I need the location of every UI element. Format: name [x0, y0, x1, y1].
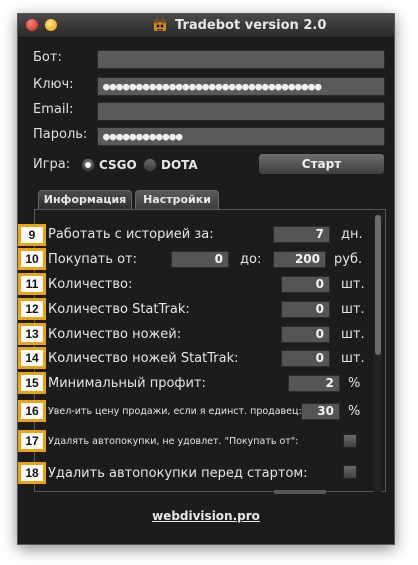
window-title: Tradebot version 2.0 — [175, 18, 327, 33]
key-field[interactable]: ●●●●●●●●●●●●●●●●●●●●●●●●●●●●●●●●● — [97, 77, 385, 96]
knives-stattrak-quantity-input[interactable]: 0 — [281, 350, 330, 367]
start-button[interactable]: Старт — [258, 153, 385, 175]
password-field[interactable]: ●●●●●●●●●●●● — [97, 127, 385, 146]
row-number-badge: 9 — [18, 224, 46, 246]
row-number-badge: 10 — [18, 248, 46, 270]
buy-from-label: Покупать от: — [48, 252, 138, 267]
remove-autobuys-before-start-checkbox[interactable] — [343, 465, 357, 479]
buy-to-label: до: — [240, 252, 262, 267]
csgo-radio-label[interactable]: CSGO — [99, 158, 137, 172]
min-profit-label: Минимальный профит: — [48, 376, 206, 391]
min-profit-unit: % — [348, 376, 361, 391]
csgo-radio[interactable] — [81, 158, 95, 172]
website-link[interactable]: webdivision.pro — [18, 509, 394, 523]
sole-seller-increase-label: Увел-ить цену продажи, если я единст. пр… — [48, 406, 302, 417]
knives-stattrak-quantity-label: Количество ножей StatTrak: — [48, 351, 239, 366]
knives-quantity-input[interactable]: 0 — [281, 326, 330, 343]
row-number-badge: 16 — [18, 400, 46, 422]
knives-stattrak-quantity-unit: шт. — [341, 351, 365, 366]
row-number-badge: 14 — [18, 347, 46, 369]
stattrak-quantity-input[interactable]: 0 — [281, 301, 330, 318]
stattrak-quantity-unit: шт. — [341, 302, 365, 317]
row-number-badge: 18 — [18, 462, 46, 484]
dota-radio-label[interactable]: DOTA — [161, 158, 198, 172]
row-number-badge: 15 — [18, 372, 46, 394]
close-window-button[interactable] — [26, 19, 38, 31]
bot-field[interactable] — [97, 50, 385, 69]
stattrak-quantity-label: Количество StatTrak: — [48, 302, 190, 317]
remove-unmatched-autobuys-checkbox[interactable] — [343, 434, 357, 448]
sole-seller-increase-unit: % — [348, 404, 361, 419]
app-logo-icon — [154, 18, 166, 31]
password-label: Пароль: — [33, 127, 88, 142]
history-days-input[interactable]: 7 — [273, 226, 330, 243]
tab-info[interactable]: Информация — [38, 190, 132, 209]
min-profit-input[interactable]: 2 — [288, 375, 340, 392]
remove-unmatched-autobuys-label: Удалять автопокупки, не удовлет. "Покупа… — [48, 436, 299, 447]
radio-selected-dot — [85, 162, 91, 168]
email-label: Email: — [33, 102, 74, 117]
knives-quantity-unit: шт. — [341, 327, 365, 342]
clipped-next-row-input — [274, 490, 326, 494]
app-window: Tradebot version 2.0 Бот: Ключ: ●●●●●●●●… — [17, 13, 395, 545]
sole-seller-increase-input[interactable]: 30 — [301, 403, 340, 420]
row-number-badge: 17 — [18, 430, 46, 452]
row-number-badge: 11 — [18, 273, 46, 295]
remove-autobuys-before-start-label: Удалить автопокупки перед стартом: — [48, 466, 308, 481]
row-number-badge: 13 — [18, 323, 46, 345]
quantity-unit: шт. — [341, 277, 365, 292]
minimize-window-button[interactable] — [45, 19, 57, 31]
game-label: Игра: — [33, 157, 71, 172]
dota-radio[interactable] — [143, 158, 157, 172]
row-number-badge: 12 — [18, 298, 46, 320]
quantity-label: Количество: — [48, 277, 133, 292]
history-days-unit: дн. — [341, 227, 363, 242]
tab-settings[interactable]: Настройки — [135, 190, 219, 209]
key-label: Ключ: — [33, 77, 74, 92]
buy-currency-unit: руб. — [334, 252, 363, 267]
history-days-label: Работать с историей за: — [48, 227, 214, 242]
buy-from-input[interactable]: 0 — [171, 251, 229, 268]
knives-quantity-label: Количество ножей: — [48, 327, 182, 342]
bot-label: Бот: — [33, 50, 62, 65]
scrollbar-thumb[interactable] — [375, 215, 381, 355]
email-field[interactable] — [97, 102, 385, 121]
buy-to-input[interactable]: 200 — [273, 251, 326, 268]
title-bar[interactable]: Tradebot version 2.0 — [18, 14, 394, 38]
quantity-input[interactable]: 0 — [281, 276, 330, 293]
